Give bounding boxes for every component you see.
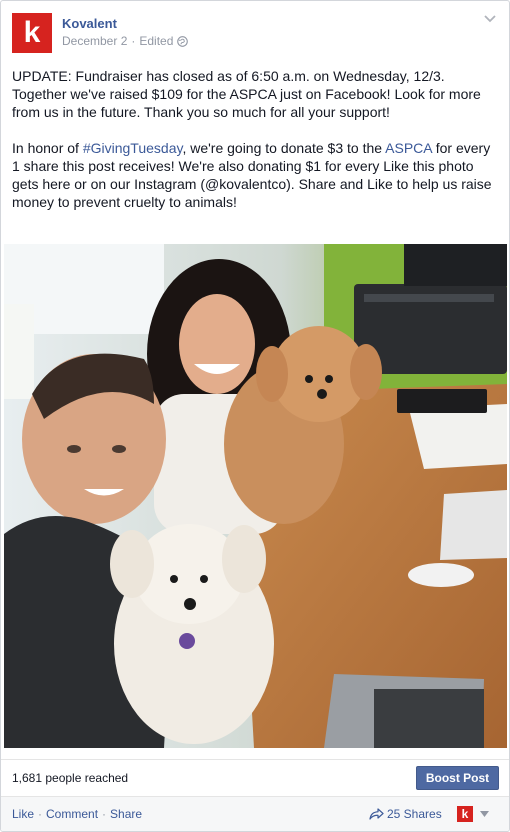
post-meta: December 2 · Edited bbox=[62, 34, 189, 48]
page-name-link[interactable]: Kovalent bbox=[62, 16, 117, 31]
page-avatar[interactable]: k bbox=[12, 13, 52, 53]
post-paragraph-2: In honor of #GivingTuesday, we're going … bbox=[12, 139, 500, 211]
share-link[interactable]: Share bbox=[110, 807, 142, 821]
post-date[interactable]: December 2 bbox=[62, 34, 127, 48]
action-separator: · bbox=[102, 807, 107, 821]
caret-down-icon[interactable] bbox=[480, 811, 489, 817]
like-link[interactable]: Like bbox=[12, 807, 34, 821]
post-actions: Like · Comment · Share bbox=[12, 807, 142, 821]
boost-post-button[interactable]: Boost Post bbox=[416, 766, 499, 790]
hashtag-link[interactable]: #GivingTuesday bbox=[83, 140, 183, 156]
shares-label: 25 Shares bbox=[387, 807, 442, 821]
page-switcher-avatar[interactable]: k bbox=[457, 806, 473, 822]
p2-before: In honor of bbox=[12, 140, 83, 156]
edited-label[interactable]: Edited bbox=[139, 34, 173, 48]
post-photo[interactable] bbox=[4, 244, 507, 748]
chevron-down-icon[interactable] bbox=[483, 14, 497, 24]
mini-logo-letter: k bbox=[461, 807, 469, 821]
photo-illustration bbox=[4, 244, 507, 748]
post-header: k Kovalent December 2 · Edited bbox=[11, 12, 501, 54]
post-body: UPDATE: Fundraiser has closed as of 6:50… bbox=[12, 67, 500, 229]
aspca-link[interactable]: ASPCA bbox=[385, 140, 432, 156]
avatar-letter: k bbox=[23, 16, 41, 49]
post-card: k Kovalent December 2 · Edited UPDATE: F… bbox=[0, 0, 510, 832]
insights-bar: 1,681 people reached Boost Post bbox=[1, 759, 509, 796]
reach-count[interactable]: 1,681 people reached bbox=[12, 771, 128, 785]
share-arrow-icon bbox=[369, 808, 384, 820]
post-paragraph-1: UPDATE: Fundraiser has closed as of 6:50… bbox=[12, 68, 481, 120]
action-bar: Like · Comment · Share 25 Shares k bbox=[1, 796, 509, 831]
p2-middle: , we're going to donate $3 to the bbox=[182, 140, 386, 156]
globe-icon[interactable] bbox=[177, 35, 189, 47]
meta-separator: · bbox=[131, 34, 136, 48]
comment-link[interactable]: Comment bbox=[46, 807, 98, 821]
shares-count[interactable]: 25 Shares bbox=[369, 807, 442, 821]
action-separator: · bbox=[38, 807, 43, 821]
